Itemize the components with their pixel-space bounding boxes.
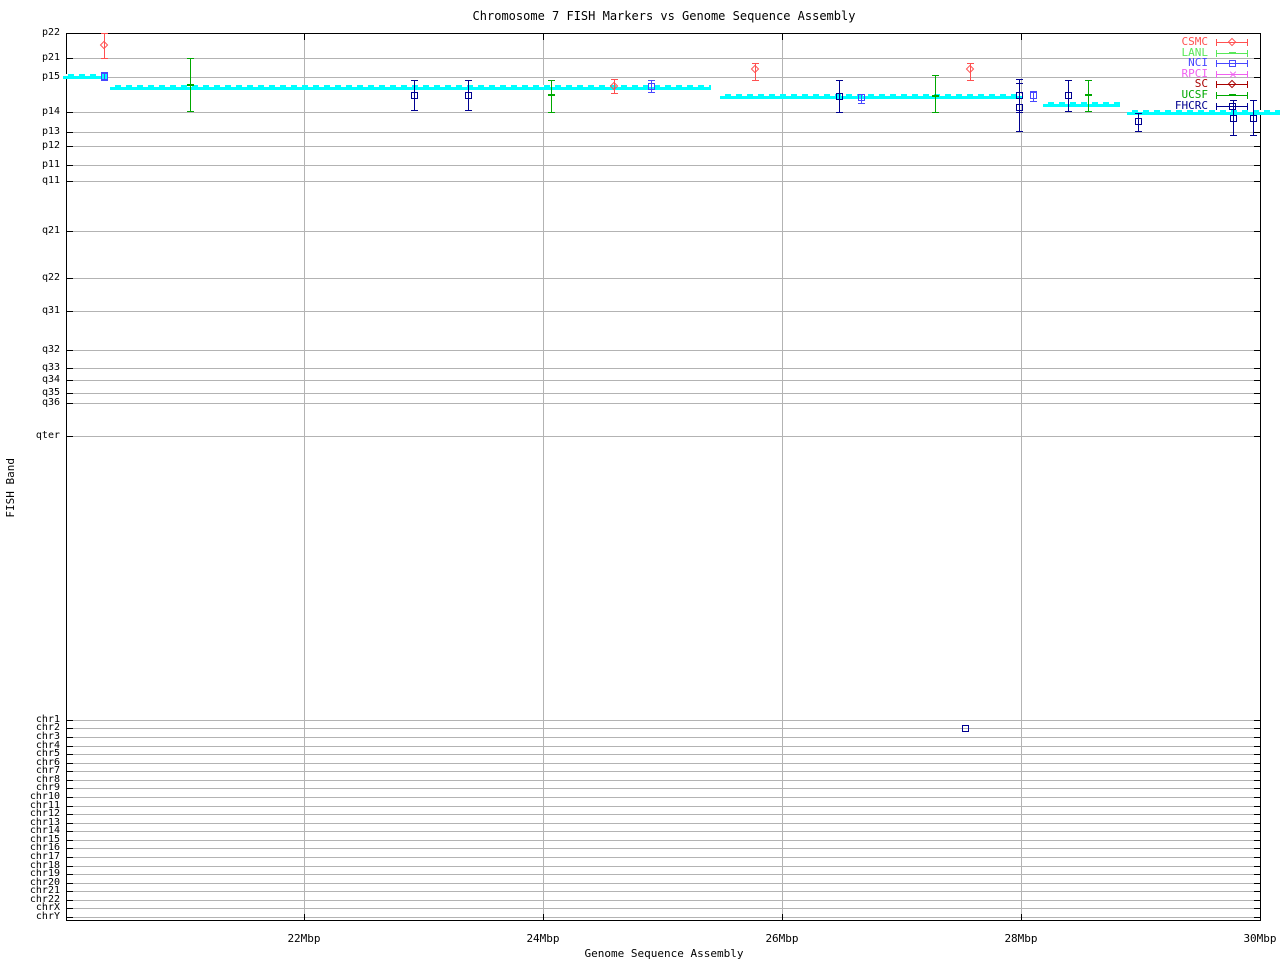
marker-square-icon — [836, 93, 843, 100]
legend-sample-cap — [1216, 50, 1217, 57]
y-band-label: p11 — [0, 160, 60, 170]
legend-label: FHCRC — [1050, 100, 1208, 111]
error-bar-cap — [1250, 100, 1257, 101]
error-bar-cap — [465, 80, 472, 81]
legend-sample-cap — [1216, 103, 1217, 110]
x-tick-label: 24Mbp — [510, 932, 576, 945]
y-band-label: p14 — [0, 107, 60, 117]
legend-sample-cap — [1247, 71, 1248, 78]
error-bar-cap — [1016, 83, 1023, 84]
marker-tick-icon — [932, 95, 939, 97]
legend-sample-cap — [1247, 81, 1248, 88]
y-band-label: q22 — [0, 273, 60, 283]
y-band-label: q21 — [0, 226, 60, 236]
marker-square-icon — [1229, 103, 1236, 110]
legend-sample-cap — [1247, 60, 1248, 67]
error-bar-cap — [411, 80, 418, 81]
error-bar-cap — [858, 103, 865, 104]
y-band-label: p13 — [0, 127, 60, 137]
marker-square-icon — [1135, 118, 1142, 125]
plot-border — [66, 33, 1261, 921]
y-band-label: p21 — [0, 53, 60, 63]
marker-tick-icon — [187, 84, 194, 86]
x-tick-label: 26Mbp — [749, 932, 815, 945]
y-band-label: qter — [0, 431, 60, 441]
error-bar-cap — [611, 93, 618, 94]
marker-square-icon — [1030, 92, 1037, 99]
error-bar-cap — [836, 80, 843, 81]
error-bar-cap — [1250, 135, 1257, 136]
y-band-label: p15 — [0, 72, 60, 82]
legend-sample-cap — [1247, 39, 1248, 46]
error-bar — [551, 80, 552, 112]
error-bar-cap — [1230, 100, 1237, 101]
x-tick-label: 30Mbp — [1227, 932, 1280, 945]
marker-square-icon — [1016, 104, 1023, 111]
x-tick-label: 22Mbp — [271, 932, 337, 945]
error-bar-cap — [1230, 135, 1237, 136]
marker-square-icon — [465, 92, 472, 99]
marker-square-icon — [858, 94, 865, 101]
marker-square-icon — [1229, 60, 1236, 67]
error-bar-cap — [1065, 111, 1072, 112]
error-bar-cap — [932, 112, 939, 113]
assembly-segment-dashes — [720, 94, 1023, 96]
y-band-label: p22 — [0, 28, 60, 38]
plot-area: p22 p21 p15 p14 p13 p12 p11 q11 q21 q22 q31 q32 q33 q… — [0, 0, 1280, 960]
marker-square-icon — [1250, 115, 1257, 122]
error-bar-cap — [465, 110, 472, 111]
error-bar-cap — [1016, 79, 1023, 80]
marker-tick-icon — [548, 94, 555, 96]
legend-sample-cap — [1247, 103, 1248, 110]
y-band-label: q11 — [0, 176, 60, 186]
chart-canvas: Chromosome 7 FISH Markers vs Genome Sequ… — [0, 0, 1280, 960]
marker-tick-icon — [1229, 52, 1236, 54]
error-bar-cap — [932, 75, 939, 76]
marker-square-icon — [648, 83, 655, 90]
y-band-label: q34 — [0, 375, 60, 385]
legend-sample-cap — [1216, 71, 1217, 78]
error-bar-cap — [548, 112, 555, 113]
legend-sample-cap — [1216, 39, 1217, 46]
error-bar-cap — [1085, 111, 1092, 112]
error-bar-cap — [1030, 101, 1037, 102]
error-bar-cap — [1135, 131, 1142, 132]
y-band-label: chrY — [0, 912, 60, 922]
error-bar-cap — [648, 80, 655, 81]
legend-sample-cap — [1216, 81, 1217, 88]
y-band-label: q32 — [0, 345, 60, 355]
x-tick-label: 28Mbp — [988, 932, 1054, 945]
error-bar-cap — [548, 80, 555, 81]
error-bar-cap — [1016, 131, 1023, 132]
legend-sample-cap — [1216, 92, 1217, 99]
error-bar-cap — [967, 63, 974, 64]
error-bar-cap — [187, 111, 194, 112]
y-band-label: q31 — [0, 306, 60, 316]
error-bar-cap — [101, 58, 108, 59]
error-bar-cap — [752, 63, 759, 64]
legend-sample-cap — [1216, 60, 1217, 67]
error-bar — [935, 75, 936, 112]
y-band-label: q33 — [0, 363, 60, 373]
assembly-segment-dashes — [110, 85, 711, 87]
marker-square-icon — [411, 92, 418, 99]
marker-square-icon — [1230, 115, 1237, 122]
error-bar-cap — [187, 58, 194, 59]
marker-tick-icon — [1229, 94, 1236, 96]
error-bar-cap — [411, 110, 418, 111]
error-bar-cap — [101, 33, 108, 34]
legend-sample-cap — [1247, 92, 1248, 99]
error-bar-cap — [101, 80, 108, 81]
error-bar-cap — [648, 92, 655, 93]
error-bar-cap — [1135, 113, 1142, 114]
error-bar-cap — [752, 80, 759, 81]
y-band-label: q36 — [0, 398, 60, 408]
error-bar-cap — [836, 112, 843, 113]
y-band-label: p12 — [0, 141, 60, 151]
marker-square-icon — [101, 73, 108, 80]
error-bar-cap — [967, 80, 974, 81]
marker-square-icon — [962, 725, 969, 732]
legend-sample-cap — [1247, 50, 1248, 57]
error-bar-cap — [611, 79, 618, 80]
